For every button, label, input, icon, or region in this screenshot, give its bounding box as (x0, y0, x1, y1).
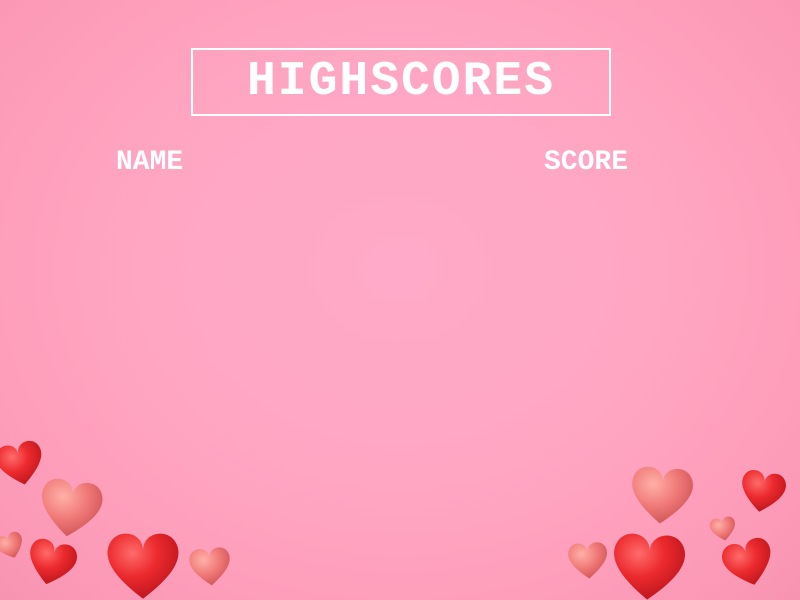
heart-icon (107, 533, 179, 599)
heart-icon (23, 536, 80, 590)
heart-icon (737, 468, 788, 516)
page-title: HIGHSCORES (246, 55, 556, 109)
score-column-header: SCORE (544, 147, 629, 178)
heart-icon (188, 546, 232, 588)
highscores-title-frame: HIGHSCORES (191, 48, 611, 116)
heart-icon (719, 535, 779, 592)
heart-icon (629, 465, 695, 526)
heart-icon (0, 529, 28, 563)
heart-icon (708, 515, 738, 543)
heart-icon (611, 532, 686, 600)
heart-icon (36, 476, 105, 541)
name-column-header: NAME (116, 147, 184, 178)
heart-icon (567, 541, 609, 580)
heart-icon (0, 438, 48, 490)
